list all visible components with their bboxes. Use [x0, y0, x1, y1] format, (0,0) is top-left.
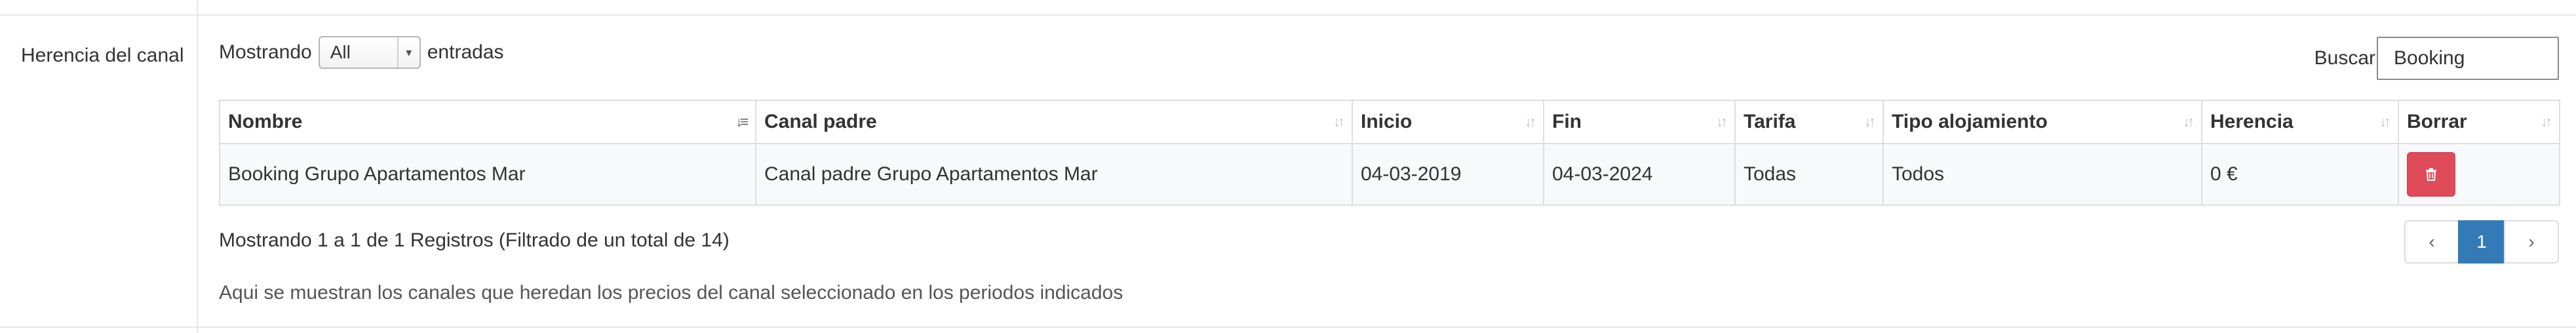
bottom-divider [0, 326, 2576, 328]
search-control: Buscar [2314, 37, 2559, 80]
column-header-tarifa[interactable]: Tarifa ↓↑ [1734, 100, 1884, 144]
page-1-button[interactable]: 1 [2458, 220, 2505, 264]
sort-arrows-icon: ↓↑ [1525, 113, 1536, 130]
section-label: Herencia del canal [21, 45, 184, 66]
sort-arrows-icon: ↓↑ [1864, 113, 1876, 130]
help-note: Aqui se muestran los canales que heredan… [219, 282, 1123, 304]
search-label: Buscar [2314, 47, 2375, 69]
column-header-tipo-alojamiento[interactable]: Tipo alojamiento ↓↑ [1883, 100, 2202, 144]
length-control: Mostrando All ▾ entradas [219, 35, 504, 69]
sort-arrows-icon: ↓↑ [2183, 113, 2195, 130]
cell-tipo-alojamiento: Todos [1883, 143, 2202, 206]
table-row: Booking Grupo Apartamentos Mar Canal pad… [219, 143, 2560, 206]
sort-ascending-icon: ↓≡ [735, 113, 749, 130]
column-header-canal-padre[interactable]: Canal padre ↓↑ [755, 100, 1353, 144]
cell-inicio: 04-03-2019 [1352, 143, 1544, 206]
entries-select[interactable]: All ▾ [318, 36, 421, 69]
cell-fin: 04-03-2024 [1543, 143, 1736, 206]
column-header-nombre[interactable]: Nombre ↓≡ [219, 100, 756, 144]
delete-button[interactable] [2407, 152, 2455, 197]
pagination: ‹ 1 › [2404, 220, 2559, 264]
label-column-divider [197, 0, 198, 333]
column-header-borrar[interactable]: Borrar ↓↑ [2398, 100, 2560, 144]
inheritance-table: Nombre ↓≡ Canal padre ↓↑ Inicio ↓↑ Fin ↓↑ Ta… [219, 100, 2560, 206]
entries-select-value: All [330, 42, 351, 62]
chevron-down-icon: ▾ [397, 37, 420, 68]
next-page-button[interactable]: › [2504, 220, 2559, 264]
table-header-row: Nombre ↓≡ Canal padre ↓↑ Inicio ↓↑ Fin ↓↑ Ta… [219, 100, 2560, 144]
column-header-inicio[interactable]: Inicio ↓↑ [1352, 100, 1544, 144]
table-info: Mostrando 1 a 1 de 1 Registros (Filtrado… [219, 229, 730, 251]
search-input[interactable] [2377, 37, 2559, 80]
previous-page-button[interactable]: ‹ [2404, 220, 2459, 264]
cell-herencia: 0 € [2201, 143, 2399, 206]
sort-arrows-icon: ↓↑ [2541, 113, 2552, 130]
cell-canal-padre: Canal padre Grupo Apartamentos Mar [755, 143, 1353, 206]
sort-arrows-icon: ↓↑ [1333, 113, 1345, 130]
column-header-fin[interactable]: Fin ↓↑ [1543, 100, 1736, 144]
sort-arrows-icon: ↓↑ [2379, 113, 2391, 130]
cell-nombre: Booking Grupo Apartamentos Mar [219, 143, 756, 206]
column-header-herencia[interactable]: Herencia ↓↑ [2201, 100, 2399, 144]
cell-borrar [2398, 143, 2560, 206]
length-prefix: Mostrando [219, 41, 312, 63]
cell-tarifa: Todas [1734, 143, 1884, 206]
top-divider [0, 14, 2576, 16]
length-suffix: entradas [427, 41, 504, 63]
sort-arrows-icon: ↓↑ [1716, 113, 1728, 130]
trash-icon [2426, 168, 2436, 181]
